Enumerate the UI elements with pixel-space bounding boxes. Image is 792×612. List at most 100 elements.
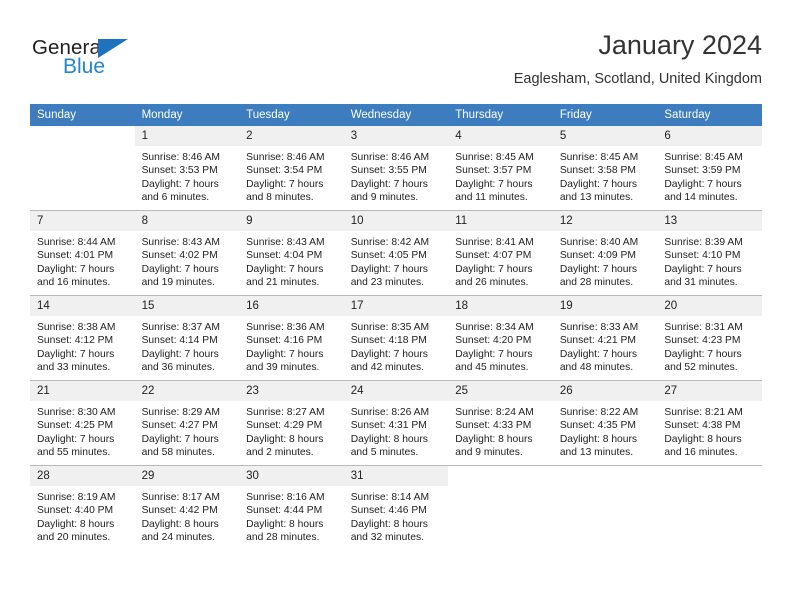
sunrise-text: Sunrise: 8:16 AM [246,492,325,503]
daylight-text: Daylight: 8 hours [246,518,324,530]
daylight-text: and 8 minutes. [246,192,314,204]
day-13: 13 Sunrise: 8:39 AM Sunset: 4:10 PM Dayligh… [657,211,762,295]
day-20: 20 Sunrise: 8:31 AM Sunset: 4:23 PM Dayligh… [657,296,762,380]
daylight-text: Daylight: 7 hours [559,348,638,360]
daylight-text: Daylight: 8 hours [141,518,219,530]
daylight-text: Daylight: 7 hours [141,433,219,445]
sunset-text: Sunset: 3:53 PM [141,165,218,177]
sunset-text: Sunset: 3:54 PM [246,165,323,177]
sunrise-text: Sunrise: 8:21 AM [664,407,743,418]
day-number: 4 [448,126,553,146]
calendar-day-cell [657,465,762,550]
general-blue-logo: General Blue [32,36,162,90]
daylight-text: and 9 minutes. [350,192,419,204]
day-number: 7 [30,211,135,231]
daylight-text: Daylight: 8 hours [455,433,533,445]
calendar-day-cell: 8 Sunrise: 8:43 AM Sunset: 4:02 PM Daylight… [134,210,240,296]
sunrise-text: Sunrise: 8:41 AM [455,237,534,248]
day-number: 2 [239,126,344,146]
empty-day [30,126,135,210]
sunrise-text: Sunrise: 8:17 AM [141,492,220,503]
calendar-day-cell: 31 Sunrise: 8:14 AM Sunset: 4:46 PM Dayligh… [343,465,449,550]
day-details: Sunrise: 8:42 AM Sunset: 4:05 PM Daylight:… [344,231,449,290]
daylight-text: and 6 minutes. [141,192,210,204]
daylight-text: Daylight: 7 hours [350,263,428,275]
page-header: General Blue January 2024 Eaglesham, Sco… [30,28,762,98]
sunset-text: Sunset: 4:27 PM [141,420,218,432]
day-number: 25 [448,381,553,401]
sunrise-text: Sunrise: 8:35 AM [350,322,430,333]
daylight-text: and 2 minutes. [246,447,314,459]
daylight-text: and 32 minutes. [350,532,424,544]
day-11: 11 Sunrise: 8:41 AM Sunset: 4:07 PM Dayligh… [448,211,553,295]
day-number [448,466,553,486]
day-details: Sunrise: 8:26 AM Sunset: 4:31 PM Daylight:… [344,401,449,460]
sunset-text: Sunset: 3:57 PM [455,165,532,177]
empty-day [553,466,658,550]
daylight-text: Daylight: 8 hours [246,433,324,445]
day-2: 2 Sunrise: 8:46 AM Sunset: 3:54 PM Daylight… [239,126,344,210]
sunset-text: Sunset: 4:12 PM [37,335,114,347]
sunset-text: Sunset: 4:10 PM [664,250,741,262]
day-details: Sunrise: 8:45 AM Sunset: 3:58 PM Daylight:… [553,146,658,205]
page-subtitle: Eaglesham, Scotland, United Kingdom [513,71,762,87]
sunrise-text: Sunrise: 8:33 AM [559,322,639,333]
day-details: Sunrise: 8:40 AM Sunset: 4:09 PM Daylight:… [553,231,658,290]
day-25: 25 Sunrise: 8:24 AM Sunset: 4:33 PM Dayligh… [448,381,553,465]
sunset-text: Sunset: 4:35 PM [559,420,636,432]
day-number: 23 [239,381,344,401]
day-17: 17 Sunrise: 8:35 AM Sunset: 4:18 PM Dayligh… [343,296,449,380]
calendar-day-cell: 3 Sunrise: 8:46 AM Sunset: 3:55 PM Daylight… [343,126,449,211]
sunset-text: Sunset: 4:25 PM [37,420,114,432]
daylight-text: and 42 minutes. [350,362,424,374]
sunset-text: Sunset: 4:23 PM [664,335,741,347]
daylight-text: and 5 minutes. [350,447,419,459]
weekday-header-thursday: Thursday [448,104,553,126]
day-1: 1 Sunrise: 8:46 AM Sunset: 3:53 PM Daylight… [134,126,240,210]
day-number: 6 [657,126,762,146]
day-details: Sunrise: 8:43 AM Sunset: 4:04 PM Daylight:… [239,231,344,290]
day-details: Sunrise: 8:46 AM Sunset: 3:55 PM Daylight:… [344,146,449,205]
sunrise-text: Sunrise: 8:31 AM [664,322,743,333]
day-number: 3 [343,126,449,146]
weekday-header: Sunday Monday Tuesday Wednesday Thursday Frid… [30,104,762,126]
daylight-text: and 52 minutes. [664,362,738,374]
day-details: Sunrise: 8:30 AM Sunset: 4:25 PM Daylight:… [30,401,135,460]
daylight-text: Daylight: 7 hours [455,178,533,190]
sunrise-text: Sunrise: 8:43 AM [141,237,220,248]
daylight-text: Daylight: 8 hours [559,433,638,445]
day-number: 22 [134,381,240,401]
calendar-day-cell: 12 Sunrise: 8:40 AM Sunset: 4:09 PM Dayligh… [552,210,658,296]
calendar-header-row: Sunday Monday Tuesday Wednesday Thursday Frid… [30,104,762,126]
day-24: 24 Sunrise: 8:26 AM Sunset: 4:31 PM Dayligh… [343,381,449,465]
day-22: 22 Sunrise: 8:29 AM Sunset: 4:27 PM Dayligh… [134,381,240,465]
calendar-day-cell: 6 Sunrise: 8:45 AM Sunset: 3:59 PM Daylight… [657,126,762,211]
day-number: 15 [134,296,240,316]
sunrise-text: Sunrise: 8:46 AM [350,152,430,163]
day-18: 18 Sunrise: 8:34 AM Sunset: 4:20 PM Dayligh… [448,296,553,380]
weekday-header-friday: Friday [552,104,658,126]
sunset-text: Sunset: 4:01 PM [37,250,114,262]
daylight-text: and 39 minutes. [246,362,320,374]
sunrise-text: Sunrise: 8:34 AM [455,322,534,333]
day-details: Sunrise: 8:43 AM Sunset: 4:02 PM Daylight:… [135,231,240,290]
day-details: Sunrise: 8:22 AM Sunset: 4:35 PM Daylight:… [553,401,658,460]
daylight-text: Daylight: 7 hours [141,263,219,275]
daylight-text: and 21 minutes. [246,277,320,289]
day-5: 5 Sunrise: 8:45 AM Sunset: 3:58 PM Daylight… [552,126,658,210]
daylight-text: Daylight: 7 hours [246,178,324,190]
sunset-text: Sunset: 3:55 PM [350,165,427,177]
day-details: Sunrise: 8:45 AM Sunset: 3:57 PM Daylight:… [448,146,553,205]
day-15: 15 Sunrise: 8:37 AM Sunset: 4:14 PM Dayligh… [134,296,240,380]
calendar-day-cell: 18 Sunrise: 8:34 AM Sunset: 4:20 PM Dayligh… [448,295,553,381]
daylight-text: Daylight: 8 hours [350,518,428,530]
sunrise-text: Sunrise: 8:30 AM [37,407,116,418]
day-number: 24 [343,381,449,401]
day-9: 9 Sunrise: 8:43 AM Sunset: 4:04 PM Daylight… [239,211,344,295]
daylight-text: and 58 minutes. [141,447,215,459]
logo-text-blue: Blue [63,55,106,78]
day-27: 27 Sunrise: 8:21 AM Sunset: 4:38 PM Dayligh… [657,381,762,465]
day-details: Sunrise: 8:19 AM Sunset: 4:40 PM Daylight:… [30,486,135,545]
daylight-text: Daylight: 7 hours [350,348,428,360]
sunrise-text: Sunrise: 8:27 AM [246,407,325,418]
